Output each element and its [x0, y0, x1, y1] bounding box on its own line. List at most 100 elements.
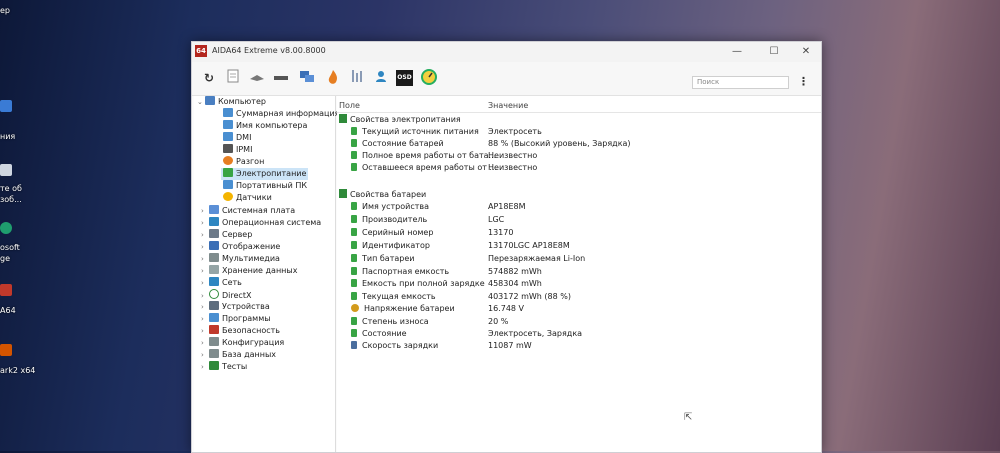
- table-row[interactable]: Скорость зарядки: [351, 340, 438, 352]
- tree-item-overclock[interactable]: Разгон: [223, 156, 264, 168]
- chevron-right-icon[interactable]: ›: [201, 349, 209, 361]
- table-row[interactable]: Емкость при полной зарядке: [351, 278, 485, 290]
- chevron-right-icon[interactable]: ›: [201, 337, 209, 349]
- column-header-value[interactable]: Значение: [488, 101, 528, 110]
- section-battery-properties[interactable]: Свойства батареи: [339, 189, 426, 201]
- desktop-label[interactable]: ер: [0, 6, 10, 16]
- tree-item-ipmi[interactable]: IPMI: [223, 144, 252, 156]
- table-row[interactable]: Идентификатор: [351, 240, 430, 252]
- refresh-icon[interactable]: ↻: [200, 69, 218, 87]
- table-cell-value: Неизвестно: [488, 151, 538, 160]
- chevron-right-icon[interactable]: ›: [201, 253, 209, 265]
- table-row[interactable]: Состояние батарей: [351, 138, 444, 150]
- tools-icon[interactable]: [348, 69, 366, 87]
- chevron-right-icon[interactable]: ›: [201, 265, 209, 277]
- desktop-file-icon[interactable]: [0, 164, 12, 176]
- gauge-icon[interactable]: [420, 69, 438, 87]
- chevron-right-icon[interactable]: ›: [201, 325, 209, 337]
- tree-item-sensors[interactable]: Датчики: [223, 192, 272, 204]
- table-cell-value: AP18E8M: [488, 202, 526, 211]
- battery-icon: [351, 151, 357, 159]
- motherboard-icon[interactable]: [248, 69, 266, 87]
- tree-item-storage[interactable]: › Хранение данных: [201, 265, 297, 277]
- table-row[interactable]: Серийный номер: [351, 227, 433, 239]
- power-section-icon: [339, 114, 347, 123]
- tree-item-software[interactable]: › Программы: [201, 313, 271, 325]
- table-cell-value: Неизвестно: [488, 163, 538, 172]
- tree-item-computer[interactable]: ⌄ Компьютер: [197, 96, 266, 108]
- table-row[interactable]: Текущая емкость: [351, 291, 436, 303]
- title-bar[interactable]: 64 AIDA64 Extreme v8.00.8000 — ☐ ✕: [192, 42, 821, 62]
- report-icon[interactable]: [224, 69, 242, 87]
- desktop-label[interactable]: ge: [0, 254, 10, 264]
- network-icon[interactable]: [298, 69, 316, 87]
- table-row[interactable]: Напряжение батареи: [351, 303, 455, 315]
- tree-item-dmi[interactable]: DMI: [223, 132, 251, 144]
- chevron-right-icon[interactable]: ›: [201, 361, 209, 373]
- column-header-field[interactable]: Поле: [339, 101, 360, 110]
- tree-item-computer-name[interactable]: Имя компьютера: [223, 120, 307, 132]
- aida64-window: 64 AIDA64 Extreme v8.00.8000 — ☐ ✕ ↻ OSD…: [191, 41, 822, 453]
- desktop-label[interactable]: те об: [0, 184, 22, 194]
- aida64-desktop-icon[interactable]: [0, 284, 12, 296]
- table-row[interactable]: Текущий источник питания: [351, 126, 479, 138]
- dmi-icon: [223, 132, 233, 141]
- battery-icon: [351, 215, 357, 223]
- overclock-icon[interactable]: [324, 69, 342, 87]
- table-row[interactable]: Тип батареи: [351, 253, 414, 265]
- chevron-right-icon[interactable]: ›: [201, 241, 209, 253]
- search-input[interactable]: Поиск: [692, 76, 789, 89]
- battery-icon: [351, 202, 357, 210]
- battery-icon: [351, 139, 357, 147]
- section-power-properties[interactable]: Свойства электропитания: [339, 114, 461, 126]
- tree-item-config[interactable]: › Конфигурация: [201, 337, 284, 349]
- maximize-button[interactable]: ☐: [766, 45, 782, 59]
- table-row[interactable]: Производитель: [351, 214, 427, 226]
- menu-icon[interactable]: ⋮: [798, 75, 809, 88]
- tree-item-database[interactable]: › База данных: [201, 349, 276, 361]
- chevron-right-icon[interactable]: ›: [201, 205, 209, 217]
- tree-item-display[interactable]: › Отображение: [201, 241, 280, 253]
- tree-item-network[interactable]: › Сеть: [201, 277, 242, 289]
- desktop-label[interactable]: osoft: [0, 243, 20, 253]
- table-row[interactable]: Паспортная емкость: [351, 266, 449, 278]
- table-row[interactable]: Полное время работы от бата...: [351, 150, 496, 162]
- desktop-label[interactable]: зоб...: [0, 195, 22, 205]
- desktop-label[interactable]: A64: [0, 306, 16, 316]
- window-title: AIDA64 Extreme v8.00.8000: [212, 46, 326, 55]
- table-row[interactable]: Оставшееся время работы от ...: [351, 162, 497, 174]
- table-row[interactable]: Имя устройства: [351, 201, 429, 213]
- desktop-label[interactable]: ния: [0, 132, 15, 142]
- desktop-label[interactable]: ark2 x64: [0, 366, 35, 376]
- chevron-right-icon[interactable]: ›: [201, 229, 209, 241]
- table-cell-value: 11087 mW: [488, 341, 532, 350]
- chevron-right-icon[interactable]: ›: [201, 217, 209, 229]
- tree-item-summary[interactable]: Суммарная информация: [223, 108, 340, 120]
- tree-item-motherboard[interactable]: › Системная плата: [201, 205, 295, 217]
- tree-item-os[interactable]: › Операционная система: [201, 217, 321, 229]
- tree-item-benchmark[interactable]: › Тесты: [201, 361, 247, 373]
- osd-icon[interactable]: OSD: [396, 70, 413, 86]
- chevron-right-icon[interactable]: ›: [201, 301, 209, 313]
- minimize-button[interactable]: —: [729, 45, 745, 59]
- tree-item-server[interactable]: › Сервер: [201, 229, 252, 241]
- chevron-right-icon[interactable]: ›: [201, 313, 209, 325]
- benchmark-desktop-icon[interactable]: [0, 344, 12, 356]
- memory-icon[interactable]: [272, 69, 290, 87]
- tree-item-directx[interactable]: › DirectX: [201, 289, 251, 301]
- user-icon[interactable]: [372, 69, 390, 87]
- chevron-right-icon[interactable]: ›: [201, 277, 209, 289]
- desktop-app-icon[interactable]: [0, 100, 12, 112]
- chevron-down-icon[interactable]: ⌄: [197, 96, 205, 108]
- tree-item-portable[interactable]: Портативный ПК: [223, 180, 307, 192]
- tree-item-multimedia[interactable]: › Мультимедиа: [201, 253, 280, 265]
- close-button[interactable]: ✕: [798, 45, 814, 59]
- table-row[interactable]: Степень износа: [351, 316, 429, 328]
- table-row[interactable]: Состояние: [351, 328, 407, 340]
- navigation-tree: ⌄ Компьютер Суммарная информация Имя комп…: [194, 96, 340, 452]
- tree-item-power[interactable]: Электропитание: [221, 168, 309, 180]
- edge-icon[interactable]: [0, 222, 12, 234]
- tree-item-devices[interactable]: › Устройства: [201, 301, 270, 313]
- database-icon: [209, 349, 219, 358]
- tree-item-security[interactable]: › Безопасность: [201, 325, 280, 337]
